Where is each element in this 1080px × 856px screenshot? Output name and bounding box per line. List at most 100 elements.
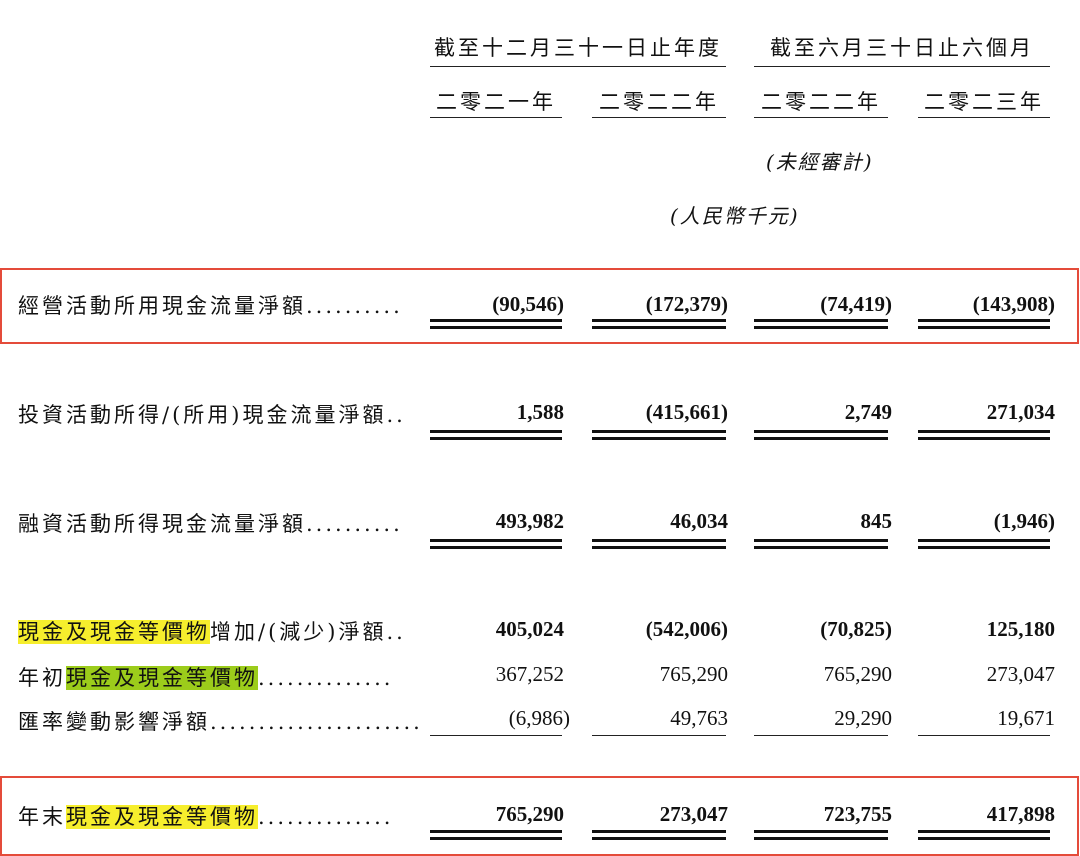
- double-rule: [918, 430, 1050, 433]
- double-rule: [592, 546, 726, 549]
- net-change-label-rest: 增加/(減少)淨額: [210, 620, 387, 644]
- financing-value-3: 845: [860, 509, 893, 533]
- header-year-col-3: 二零二二年: [761, 90, 881, 114]
- year-rule-2: [592, 117, 726, 118]
- double-rule: [918, 437, 1050, 440]
- beginning-value-1: 367,252: [495, 662, 564, 686]
- ending-value-2: 273,047: [659, 802, 728, 826]
- double-rule: [430, 539, 562, 542]
- ending-value-1: 765,290: [495, 802, 564, 826]
- unaudited-note: (未經審計): [766, 150, 874, 174]
- double-rule: [918, 319, 1050, 322]
- operating-value-1: (90,546): [492, 292, 564, 316]
- net-change-value-4: 125,180: [986, 617, 1055, 641]
- double-rule: [592, 326, 726, 329]
- beginning-value-3: 765,290: [823, 662, 892, 686]
- operating-label-text: 經營活動所用現金流量淨額: [18, 294, 306, 318]
- beginning-value-4: 273,047: [986, 662, 1055, 686]
- fx-value-4: 19,671: [997, 706, 1055, 730]
- header-year-col-4: 二零二三年: [924, 90, 1044, 114]
- net-change-value-1: 405,024: [495, 617, 564, 641]
- net-change-label-highlight: 現金及現金等價物: [18, 620, 210, 644]
- double-rule: [754, 539, 888, 542]
- investing-label-text: 投資活動所得/(所用)現金流量淨額: [18, 403, 387, 427]
- double-rule: [430, 546, 562, 549]
- double-rule: [918, 837, 1050, 840]
- fx-label-text: 匯率變動影響淨額: [18, 710, 210, 734]
- investing-value-1: 1,588: [516, 400, 564, 424]
- double-rule: [430, 437, 562, 440]
- subtotal-rule-2: [592, 735, 726, 736]
- double-rule: [430, 326, 562, 329]
- leader-dots: ..............: [258, 666, 394, 690]
- double-rule: [430, 319, 562, 322]
- double-rule: [918, 326, 1050, 329]
- beginning-label-pre: 年初: [18, 666, 66, 690]
- operating-value-2: (172,379): [645, 292, 728, 316]
- fx-value-2: 49,763: [670, 706, 728, 730]
- leader-dots: ..............: [258, 805, 394, 829]
- investing-value-3: 2,749: [844, 400, 892, 424]
- double-rule: [592, 539, 726, 542]
- beginning-label-highlight: 現金及現金等價物: [66, 666, 258, 690]
- leader-dots: ..........: [306, 294, 403, 318]
- double-rule: [754, 430, 888, 433]
- operating-value-4: (143,908): [972, 292, 1055, 316]
- double-rule: [754, 546, 888, 549]
- double-rule: [754, 837, 888, 840]
- subtotal-rule-3: [754, 735, 888, 736]
- financing-value-4: (1,946): [993, 509, 1055, 533]
- double-rule: [918, 546, 1050, 549]
- ending-label-pre: 年末: [18, 805, 66, 829]
- double-rule: [918, 830, 1050, 833]
- operating-label: 經營活動所用現金流量淨額..........: [18, 290, 403, 320]
- net-change-value-3: (70,825): [820, 617, 892, 641]
- double-rule: [592, 437, 726, 440]
- header-year-col-2: 二零二二年: [599, 90, 719, 114]
- currency-note: (人民幣千元): [670, 204, 800, 228]
- double-rule: [918, 539, 1050, 542]
- operating-value-3: (74,419): [820, 292, 892, 316]
- double-rule: [754, 319, 888, 322]
- year-rule-4: [918, 117, 1050, 118]
- beginning-label: 年初現金及現金等價物..............: [18, 662, 393, 692]
- leader-dots: ..: [386, 620, 406, 644]
- fx-label: 匯率變動影響淨額......................: [18, 706, 423, 736]
- investing-value-2: (415,661): [645, 400, 728, 424]
- header-year-col-1: 二零二一年: [436, 90, 556, 114]
- net-change-value-2: (542,006): [645, 617, 728, 641]
- double-rule: [592, 830, 726, 833]
- ending-label-highlight: 現金及現金等價物: [66, 805, 258, 829]
- leader-dots: ..........: [306, 512, 403, 536]
- double-rule: [592, 319, 726, 322]
- subtotal-rule-1: [430, 735, 562, 736]
- financing-label-text: 融資活動所得現金流量淨額: [18, 512, 306, 536]
- double-rule: [754, 437, 888, 440]
- financing-value-1: 493,982: [495, 509, 564, 533]
- ending-label: 年末現金及現金等價物..............: [18, 801, 393, 831]
- year-rule-1: [430, 117, 562, 118]
- investing-value-4: 271,034: [986, 400, 1055, 424]
- beginning-value-2: 765,290: [659, 662, 728, 686]
- investing-label: 投資活動所得/(所用)現金流量淨額..: [18, 399, 406, 429]
- ending-value-3: 723,755: [823, 802, 892, 826]
- double-rule: [592, 430, 726, 433]
- double-rule: [592, 837, 726, 840]
- subtotal-rule-4: [918, 735, 1050, 736]
- financing-label: 融資活動所得現金流量淨額..........: [18, 508, 403, 538]
- header-group-year: 截至十二月三十一日止年度: [434, 36, 722, 60]
- header-group-halfyear: 截至六月三十日止六個月: [770, 36, 1034, 60]
- ending-value-4: 417,898: [986, 802, 1055, 826]
- fx-value-3: 29,290: [834, 706, 892, 730]
- year-rule-3: [754, 117, 888, 118]
- header-group-year-rule: [430, 66, 726, 67]
- double-rule: [754, 326, 888, 329]
- double-rule: [430, 830, 562, 833]
- double-rule: [430, 837, 562, 840]
- financing-value-2: 46,034: [670, 509, 728, 533]
- header-group-halfyear-rule: [754, 66, 1050, 67]
- leader-dots: ..: [386, 403, 406, 427]
- net-change-label: 現金及現金等價物增加/(減少)淨額..: [18, 616, 406, 646]
- double-rule: [754, 830, 888, 833]
- leader-dots: ......................: [210, 710, 423, 734]
